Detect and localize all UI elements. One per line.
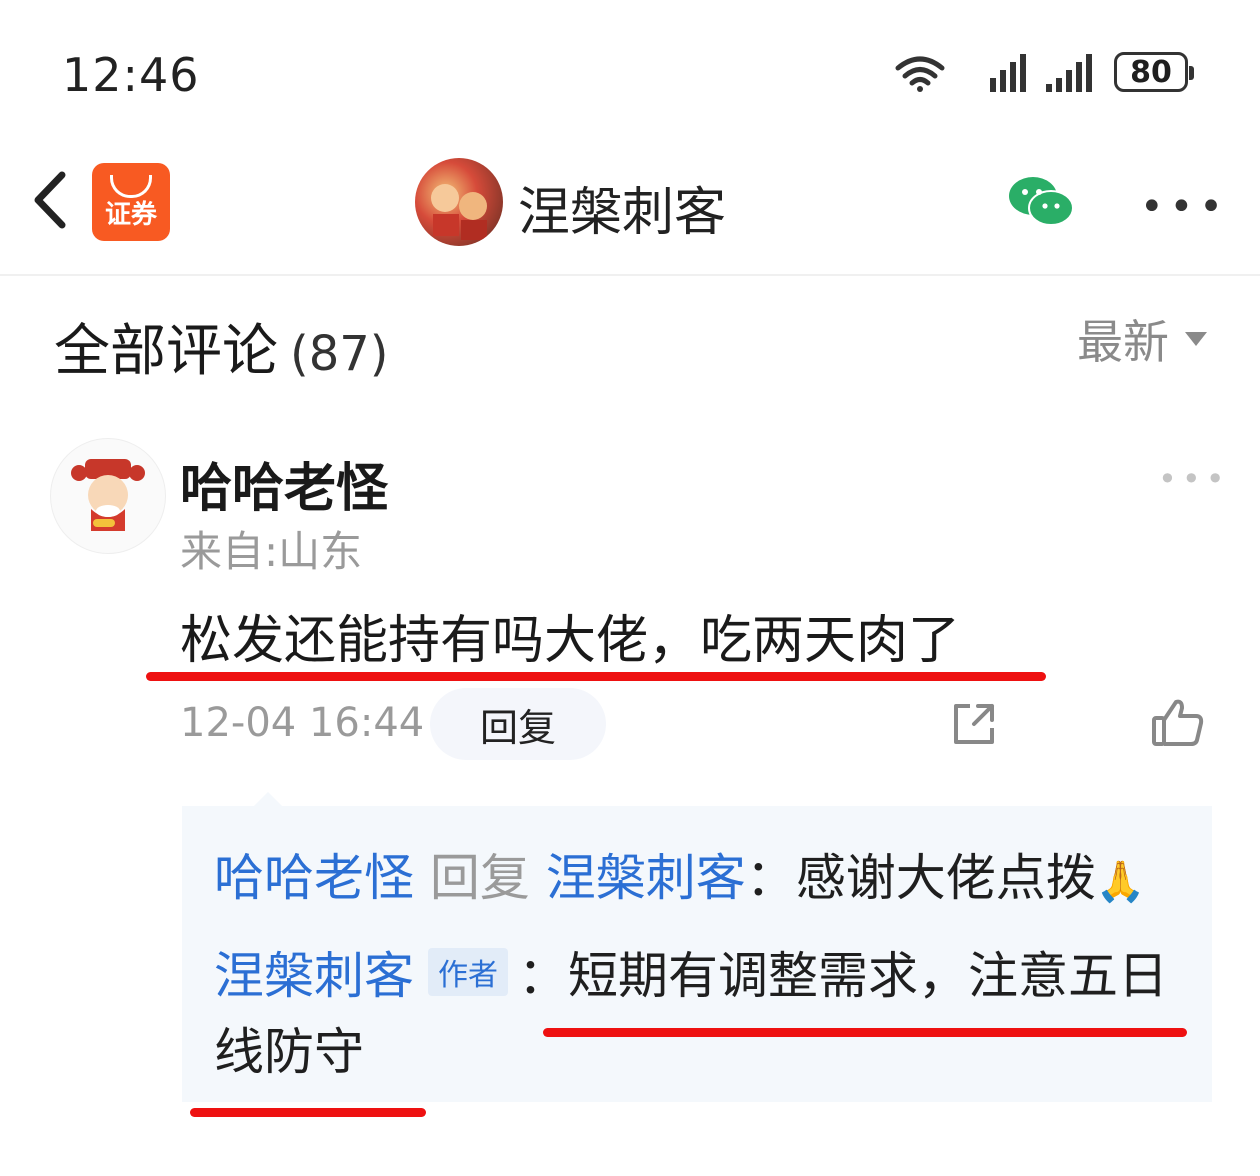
battery-level: 80 — [1130, 54, 1172, 90]
comment-more-icon[interactable]: ••• — [1158, 460, 1230, 498]
reply-button[interactable]: 回复 — [430, 688, 606, 760]
header-divider — [0, 274, 1260, 276]
commenter-avatar[interactable] — [50, 438, 166, 554]
sort-label: 最新 — [1077, 315, 1169, 369]
app-badge-label: 证券 — [104, 199, 157, 230]
annotation-underline — [190, 1108, 426, 1117]
signal-4g-icon — [990, 54, 1026, 92]
comments-section-title: 全部评论 (87) — [54, 306, 389, 387]
reply-item: 哈哈老怪 回复 涅槃刺客：感谢大佬点拨🙏 — [214, 838, 1146, 910]
more-options-icon[interactable]: ••• — [1140, 184, 1229, 230]
annotation-underline — [146, 672, 1046, 681]
reply-text-continued: 线防守 — [214, 1023, 364, 1081]
sort-dropdown[interactable]: 最新 — [1077, 306, 1207, 372]
reply-item: 涅槃刺客 作者 ： 短期有调整需求，注意五日 — [214, 936, 1168, 1008]
reply-separator: ： — [745, 849, 796, 907]
wifi-icon — [895, 56, 945, 92]
comments-count: (87) — [290, 326, 389, 382]
comments-title-label: 全部评论 — [54, 319, 278, 384]
author-avatar[interactable] — [415, 158, 503, 246]
logo-mark-icon — [110, 174, 152, 198]
reply-to-user[interactable]: 涅槃刺客 — [546, 849, 746, 907]
app-logo[interactable]: 证券 — [92, 163, 170, 241]
like-icon[interactable] — [1150, 696, 1206, 748]
back-icon[interactable] — [26, 165, 76, 235]
status-icons: 80 — [892, 48, 1194, 96]
signal-icon — [1046, 54, 1092, 92]
comment-text: 松发还能持有吗大佬，吃两天肉了 — [180, 611, 961, 671]
reply-text: 感谢大佬点拨 — [795, 849, 1096, 907]
avatar-image — [431, 184, 487, 240]
commenter-location: 来自:山东 — [180, 527, 363, 576]
share-icon[interactable] — [948, 698, 1000, 750]
praying-hands-icon: 🙏 — [1095, 859, 1146, 905]
battery-icon: 80 — [1114, 52, 1194, 92]
page-title: 涅槃刺客 — [518, 183, 727, 243]
annotation-underline — [543, 1028, 1187, 1037]
reply-verb: 回复 — [429, 849, 530, 907]
reply-text: 短期有调整需求，注意五日 — [568, 947, 1168, 1005]
reply-from-user[interactable]: 涅槃刺客 — [214, 936, 414, 1008]
author-badge: 作者 — [428, 948, 508, 996]
caret-down-icon — [1185, 332, 1207, 346]
avatar-image — [71, 459, 145, 531]
comment-timestamp: 12-04 16:44 — [180, 700, 425, 746]
reply-from-user[interactable]: 哈哈老怪 — [214, 849, 414, 907]
wechat-icon[interactable] — [1005, 174, 1077, 230]
commenter-username[interactable]: 哈哈老怪 — [180, 446, 388, 521]
reply-separator: ： — [518, 947, 568, 1005]
status-time: 12:46 — [62, 48, 200, 102]
